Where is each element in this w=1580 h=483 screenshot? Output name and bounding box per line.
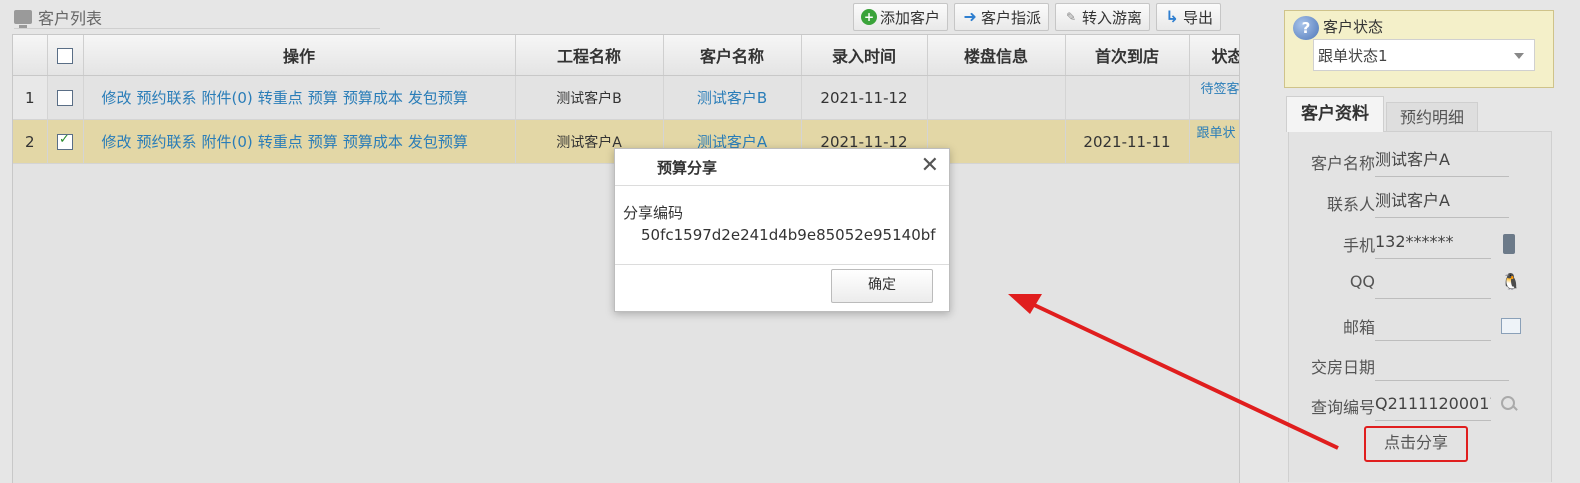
ok-button[interactable]: 确定 (831, 269, 933, 303)
dialog-header: 预算分享 ✕ (615, 149, 949, 186)
close-icon[interactable]: ✕ (921, 155, 939, 177)
share-code-label: 分享编码 (623, 204, 684, 222)
arrow-shaft (1029, 301, 1339, 450)
dialog-title: 预算分享 (657, 159, 718, 177)
share-dialog: 预算分享 ✕ 分享编码 50fc1597d2e241d4b9e85052e951… (614, 148, 950, 312)
share-code-value: 50fc1597d2e241d4b9e85052e95140bf (641, 226, 936, 244)
arrow-head (1008, 294, 1042, 314)
dialog-body: 分享编码 50fc1597d2e241d4b9e85052e95140bf (615, 186, 949, 265)
